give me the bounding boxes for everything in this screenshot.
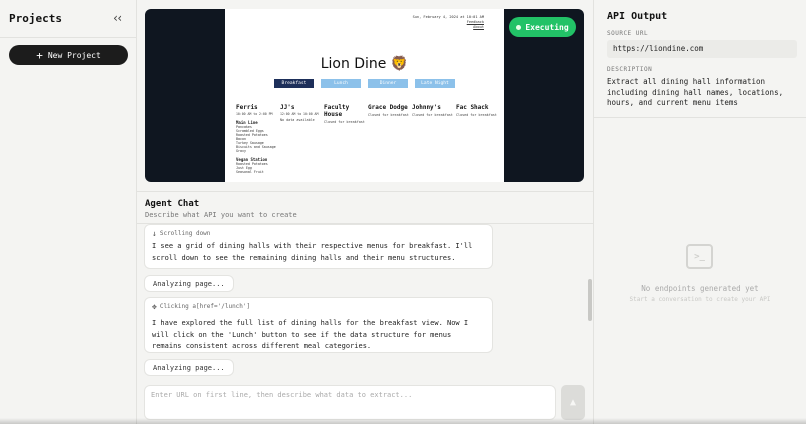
agent-message-text: I see a grid of dining halls with their … (152, 242, 473, 262)
chat-subtitle: Describe what API you want to create (145, 211, 297, 219)
hall-hours: 12:00 AM to 10:00 AM (280, 112, 319, 116)
hall-status: Closed for breakfast (368, 113, 409, 117)
analyzing-status: Analyzing page... (144, 275, 234, 292)
agent-action: ↓ Scrolling down (152, 229, 210, 238)
description-text: Extract all dining hall information incl… (607, 77, 784, 107)
plus-icon: + (36, 48, 43, 62)
empty-state-subtitle: Start a conversation to create your API (629, 296, 771, 303)
status-label: Executing (525, 22, 569, 32)
sidebar-title: Projects (9, 12, 62, 25)
main-workspace: Sun, February 4, 2024 at 10:01 AM Feedba… (137, 0, 593, 424)
send-icon: ▲ (569, 397, 577, 408)
meal-tab-breakfast[interactable]: Breakfast (274, 79, 314, 88)
website-screenshot: Sun, February 4, 2024 at 10:01 AM Feedba… (225, 9, 504, 182)
terminal-icon: >_ (686, 244, 713, 269)
meal-tab-lunch[interactable]: Lunch (321, 79, 361, 88)
chat-scrollbar[interactable] (588, 279, 592, 321)
browser-preview: Sun, February 4, 2024 at 10:01 AM Feedba… (145, 9, 584, 182)
source-url-value: https://liondine.com (607, 40, 797, 58)
hall-name: Grace Dodge (368, 104, 408, 111)
status-dot-icon (516, 24, 522, 30)
agent-message: ↓ Scrolling down I see a grid of dining … (144, 224, 493, 269)
hall-card: Ferris 10:00 AM to 2:00 PM Main Line Pan… (236, 104, 280, 174)
chat-title: Agent Chat (145, 199, 200, 209)
hall-status: Closed for breakfast (456, 113, 497, 117)
site-about-link[interactable]: About (413, 25, 484, 30)
double-chevron-left-icon[interactable]: ‹‹ (112, 11, 124, 25)
description-label: DESCRIPTION (607, 66, 653, 73)
hall-name: Fac Shack (456, 104, 489, 111)
hall-card: Faculty House Closed for breakfast (324, 104, 368, 174)
chat-divider (137, 191, 593, 192)
api-output-panel: API Output SOURCE URL https://liondine.c… (593, 0, 806, 424)
hall-name: Ferris (236, 104, 258, 111)
sidebar-divider (0, 37, 137, 38)
hall-status: Closed for breakfast (412, 113, 453, 117)
hall-status: Closed for breakfast (324, 120, 365, 124)
new-project-button[interactable]: + New Project (9, 45, 128, 65)
analyzing-status: Analyzing page... (144, 359, 234, 376)
hall-name: JJ's (280, 104, 295, 111)
meal-tab-late-night[interactable]: Late Night (415, 79, 455, 88)
site-header-links: Sun, February 4, 2024 at 10:01 AM Feedba… (413, 15, 484, 30)
new-project-label: New Project (47, 50, 101, 60)
empty-state-title: No endpoints generated yet (641, 284, 759, 293)
arrow-down-icon: ↓ (152, 229, 157, 238)
projects-sidebar: Projects ‹‹ + New Project (0, 0, 137, 424)
hall-name: Johnny's (412, 104, 441, 111)
dining-halls-grid: Ferris 10:00 AM to 2:00 PM Main Line Pan… (236, 104, 501, 174)
menu-item: Seasonal Fruit (236, 170, 264, 174)
hall-card: Fac Shack Closed for breakfast (456, 104, 500, 174)
hall-card: JJ's 12:00 AM to 10:00 AM No data availa… (280, 104, 324, 174)
api-output-title: API Output (607, 11, 668, 22)
source-url-label: SOURCE URL (607, 30, 649, 37)
send-button[interactable]: ▲ (561, 385, 585, 420)
hall-hours: 10:00 AM to 2:00 PM (236, 112, 273, 116)
agent-action-label: Scrolling down (159, 230, 211, 237)
hall-name: Faculty House (324, 104, 350, 118)
agent-action: ✥ Clicking a[href='/lunch'] (152, 302, 250, 311)
window-bottom-shadow (0, 418, 806, 424)
agent-action-label: Clicking a[href='/lunch'] (159, 303, 251, 310)
site-title: Lion Dine 🦁 (320, 56, 409, 72)
hall-card: Johnny's Closed for breakfast (412, 104, 456, 174)
hall-card: Grace Dodge Closed for breakfast (368, 104, 412, 174)
agent-message-text: I have explored the full list of dining … (152, 319, 469, 350)
cursor-click-icon: ✥ (152, 302, 157, 311)
agent-message: ✥ Clicking a[href='/lunch'] I have explo… (144, 297, 493, 353)
hall-status: No data available (280, 118, 315, 122)
executing-status-badge: Executing (509, 17, 576, 37)
chat-input[interactable]: Enter URL on first line, then describe w… (144, 385, 556, 420)
meal-tab-dinner[interactable]: Dinner (368, 79, 408, 88)
menu-item: Biscuits and Sausage Gravy (236, 145, 276, 153)
meal-tabs: Breakfast Lunch Dinner Late Night (225, 79, 504, 88)
api-panel-divider (594, 117, 806, 118)
